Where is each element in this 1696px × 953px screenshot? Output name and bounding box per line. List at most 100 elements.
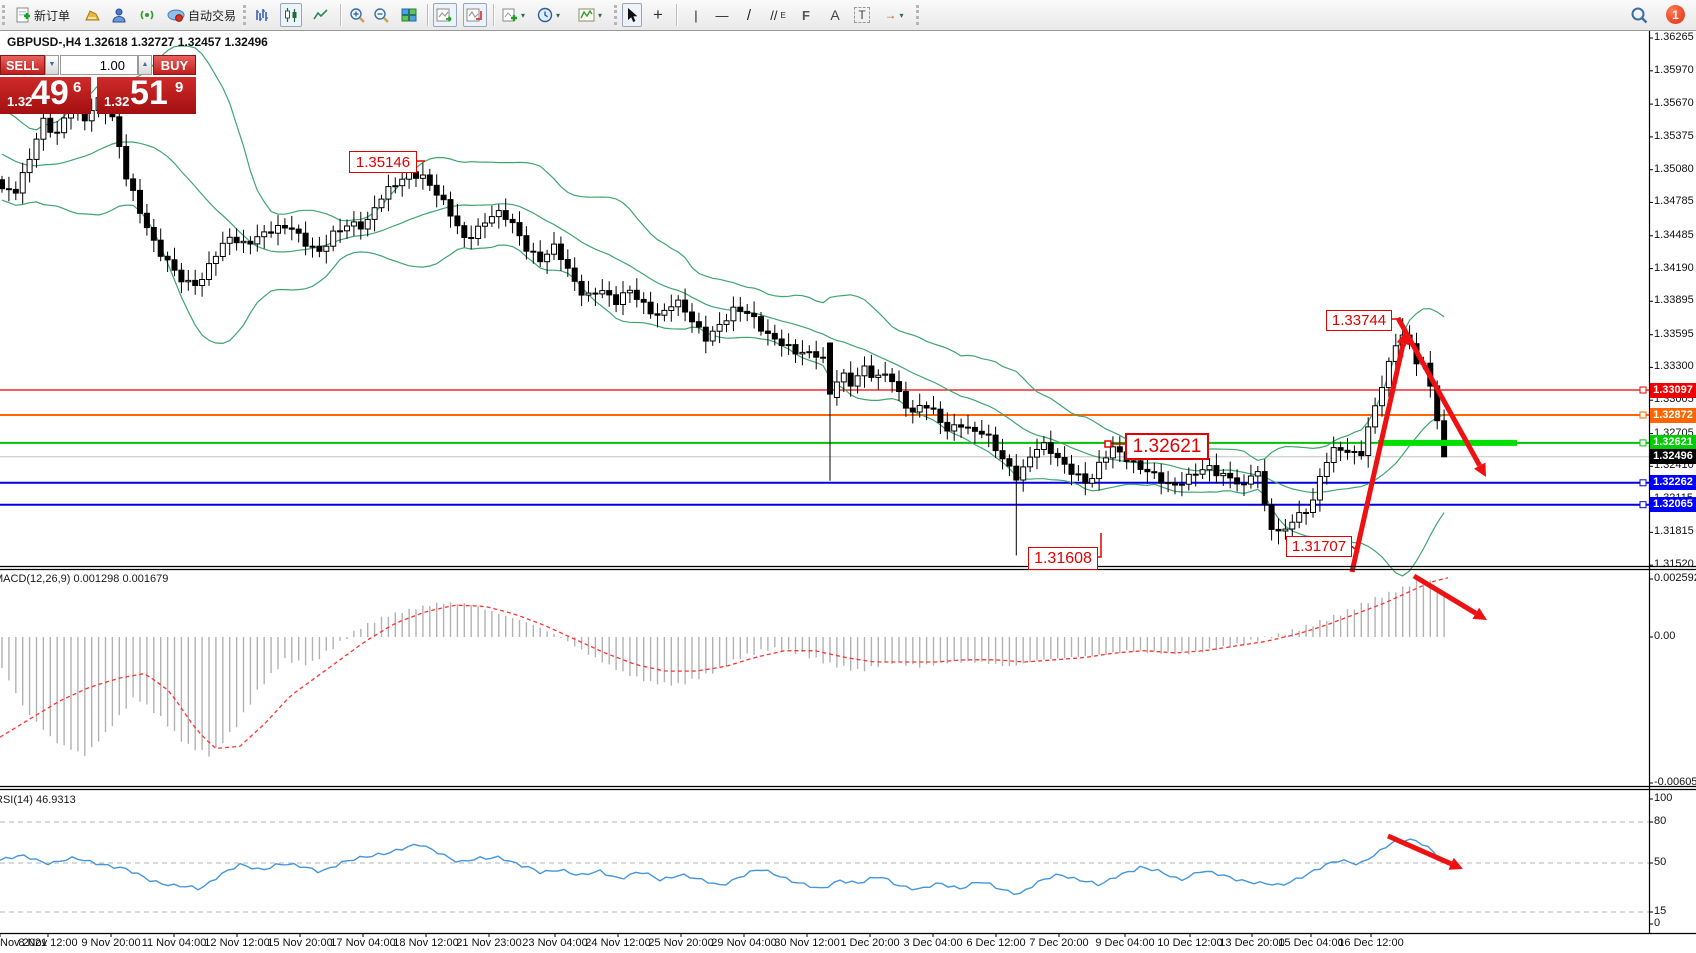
volume-increase-button[interactable]: ▲: [138, 55, 152, 75]
chevron-down-icon: ▾: [556, 11, 560, 20]
price-annotation[interactable]: 1.35146: [349, 151, 417, 173]
price-annotation[interactable]: 1.31608: [1028, 547, 1098, 570]
new-chart-button[interactable]: ▾: [500, 3, 527, 27]
date-axis-label: 29 Nov 04:00: [711, 937, 776, 949]
fibonacci-tool-button[interactable]: F: [796, 3, 816, 27]
price-level-badge: 1.32872: [1650, 408, 1696, 423]
chart-canvas[interactable]: [0, 30, 1696, 953]
rsi-value: 46.9313: [36, 794, 76, 806]
arrows-tool-button[interactable]: → ▾: [880, 3, 908, 27]
price-axis-tick: 1.36265: [1654, 31, 1694, 43]
date-axis-label: 9 Dec 04:00: [1095, 937, 1154, 949]
notification-badge[interactable]: 1: [1666, 5, 1685, 24]
text-tool-button[interactable]: A: [826, 3, 844, 27]
buy-price-box[interactable]: 1.32 51 9: [97, 77, 196, 114]
autotrading-button[interactable]: 自动交易: [165, 3, 238, 27]
macd-axis-tick: 0.00: [1654, 630, 1675, 642]
price-annotation[interactable]: 1.33744: [1326, 310, 1392, 331]
chart-shift-icon: [466, 8, 484, 23]
bar-chart-mode-button[interactable]: [252, 3, 272, 27]
mt4-terminal: { "toolbar": { "new_order_label": "新订单",…: [0, 0, 1696, 953]
rsi-axis-tick: 0: [1654, 917, 1660, 929]
toolbar-grip[interactable]: [243, 5, 249, 25]
price-level-badge: 1.32262: [1650, 475, 1696, 490]
date-axis-label: 9 Nov 20:00: [81, 937, 140, 949]
macd-signal-value: 0.001679: [122, 573, 168, 585]
tile-windows-button[interactable]: [399, 3, 419, 27]
candlestick-mode-button[interactable]: [280, 3, 302, 27]
broadcast-icon: [139, 7, 155, 23]
trendline-tool-button[interactable]: /: [740, 3, 758, 27]
date-axis-label: 13 Dec 20:00: [1219, 937, 1284, 949]
price-level-badge: 1.33097: [1650, 383, 1696, 398]
vertical-line-icon: |: [694, 8, 697, 23]
auto-scroll-button[interactable]: [433, 3, 457, 27]
indicators-button[interactable]: ▾: [576, 3, 604, 27]
arrow-tool-icon: →: [884, 8, 896, 22]
date-axis-label: 24 Nov 12:00: [585, 937, 650, 949]
price-axis-tick: 1.35080: [1654, 163, 1694, 175]
sell-price-prefix: 1.32: [7, 94, 32, 109]
zoom-in-icon: [349, 7, 366, 24]
macd-label: MACD(12,26,9) 0.001298 0.001679: [0, 573, 168, 585]
sell-price-sup: 6: [73, 79, 81, 96]
toolbar-grip[interactable]: [2, 5, 8, 25]
date-axis-label: 3 Dec 04:00: [903, 937, 962, 949]
rsi-axis-tick: 80: [1654, 815, 1666, 827]
line-chart-mode-button[interactable]: [311, 3, 331, 27]
autotrading-icon: [167, 8, 185, 23]
zoom-in-button[interactable]: [347, 3, 368, 27]
horizontal-line-tool-button[interactable]: —: [712, 3, 732, 27]
price-axis-tick: 1.34785: [1654, 195, 1694, 207]
cursor-tool-button[interactable]: [622, 3, 642, 27]
chart-title: GBPUSD-,H4 1.32618 1.32727 1.32457 1.324…: [7, 35, 268, 49]
chevron-down-icon: ▾: [598, 11, 602, 20]
date-axis-label: 23 Nov 04:00: [522, 937, 587, 949]
toolbar-separator: [427, 4, 429, 26]
date-axis-label: 6 Dec 12:00: [966, 937, 1025, 949]
macd-axis-tick: -0.006059: [1654, 776, 1696, 788]
zoom-out-icon: [373, 7, 390, 24]
toolbar-grip[interactable]: [614, 5, 620, 25]
zoom-out-button[interactable]: [371, 3, 392, 27]
market-watch-icon: [84, 8, 101, 23]
price-axis-tick: 1.33895: [1654, 294, 1694, 306]
date-axis-label: 17 Nov 04:00: [330, 937, 395, 949]
date-axis-label: 10 Dec 12:00: [1157, 937, 1222, 949]
equidistant-channel-icon: //: [770, 8, 777, 23]
channel-tool-button[interactable]: // E: [766, 3, 790, 27]
label-tool-button[interactable]: T: [852, 3, 872, 27]
crosshair-icon: +: [653, 5, 663, 25]
toolbar-grip[interactable]: [916, 5, 922, 25]
volume-decrease-button[interactable]: ▼: [45, 55, 59, 75]
vertical-line-tool-button[interactable]: |: [688, 3, 704, 27]
chart-shift-button[interactable]: [463, 3, 487, 27]
date-axis-label: 21 Nov 23:00: [456, 937, 521, 949]
buy-button[interactable]: BUY: [153, 55, 196, 75]
sell-price-box[interactable]: 1.32 49 6: [0, 77, 91, 114]
volume-input[interactable]: [60, 55, 138, 75]
bar-chart-icon: [254, 7, 270, 23]
search-button[interactable]: [1628, 3, 1650, 27]
date-axis-label: 18 Nov 12:00: [393, 937, 458, 949]
line-chart-icon: [313, 7, 329, 23]
price-annotation[interactable]: 1.32621: [1125, 433, 1209, 460]
new-order-button[interactable]: 新订单: [13, 3, 72, 27]
macd-main-value: 0.001298: [73, 573, 119, 585]
rsi-label: RSI(14) 46.9313: [0, 794, 76, 806]
autotrading-label: 自动交易: [188, 7, 236, 24]
label-tool-icon: T: [854, 7, 869, 23]
indicators-icon: [578, 8, 595, 23]
date-axis-label: 16 Dec 12:00: [1338, 937, 1403, 949]
channel-sub-label: E: [780, 11, 785, 20]
rsi-axis-tick: 50: [1654, 856, 1666, 868]
sell-button[interactable]: SELL: [0, 55, 45, 75]
market-watch-button[interactable]: [82, 3, 103, 27]
contacts-button[interactable]: [109, 3, 129, 27]
toolbar-separator: [493, 4, 495, 26]
new-chart-icon: [502, 8, 518, 23]
profiles-button[interactable]: ▾: [535, 3, 562, 27]
price-annotation[interactable]: 1.31707: [1286, 536, 1352, 557]
alerts-button[interactable]: [137, 3, 157, 27]
crosshair-tool-button[interactable]: +: [648, 3, 668, 27]
